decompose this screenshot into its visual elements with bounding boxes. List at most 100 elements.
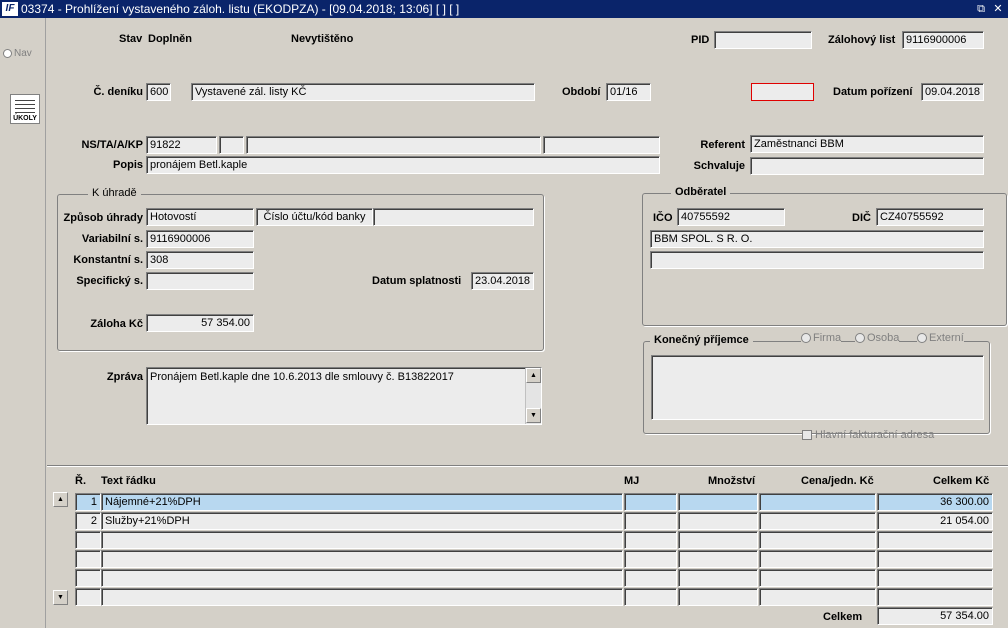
zalohovy-list-field[interactable]: 9116900006	[902, 31, 984, 49]
cell-r[interactable]	[75, 531, 101, 549]
cell-text[interactable]	[101, 588, 623, 606]
obdobi-label: Období	[562, 86, 601, 98]
required-field[interactable]	[751, 83, 814, 101]
cell-celkem[interactable]	[877, 569, 993, 587]
hlavni-adresa-label: Hlavní fakturační adresa	[815, 429, 935, 441]
zaloha-field[interactable]: 57 354.00	[146, 314, 254, 332]
popis-field[interactable]: pronájem Betl.kaple	[146, 156, 660, 174]
radio-firma[interactable]: Firma	[801, 332, 842, 344]
splatnost-field[interactable]: 23.04.2018	[471, 272, 534, 290]
form-area: Stav Doplněn Nevytištěno PID Zálohový li…	[47, 18, 1008, 628]
radio-osoba-label: Osoba	[867, 332, 900, 344]
konecny-prijemce-text[interactable]	[651, 355, 984, 420]
cell-mj[interactable]	[624, 531, 677, 549]
checkbox-icon	[802, 430, 812, 440]
scroll-down-icon[interactable]: ▼	[53, 590, 68, 605]
cell-text[interactable]	[101, 531, 623, 549]
k-uhrade-caption: K úhradě	[88, 187, 141, 199]
cell-mnozstvi[interactable]	[678, 588, 758, 606]
pid-label: PID	[691, 34, 710, 46]
ico-label: IČO	[653, 212, 673, 224]
cell-celkem[interactable]	[877, 531, 993, 549]
cell-mj[interactable]	[624, 588, 677, 606]
cell-text[interactable]: Nájemné+21%DPH	[101, 493, 623, 511]
col-header-mnozstvi: Množství	[708, 475, 756, 487]
cell-r[interactable]: 1	[75, 493, 101, 511]
ns-field-2[interactable]	[219, 136, 244, 154]
cell-text[interactable]	[101, 569, 623, 587]
cell-text[interactable]	[101, 550, 623, 568]
stav-value: Doplněn	[148, 33, 192, 45]
referent-field[interactable]: Zaměstnanci BBM	[750, 135, 984, 153]
cell-mnozstvi[interactable]	[678, 550, 758, 568]
total-field[interactable]: 57 354.00	[877, 607, 993, 625]
cell-r[interactable]	[75, 588, 101, 606]
cell-mnozstvi[interactable]	[678, 569, 758, 587]
cell-cena[interactable]	[759, 569, 876, 587]
cell-mj[interactable]	[624, 493, 677, 511]
zpusob-uhrady-field[interactable]: Hotovostí	[146, 208, 254, 226]
specificky-label: Specifický s.	[76, 275, 143, 287]
obdobi-field[interactable]: 01/16	[606, 83, 651, 101]
radio-osoba[interactable]: Osoba	[855, 332, 900, 344]
zprava-field[interactable]: Pronájem Betl.kaple dne 10.6.2013 dle sm…	[146, 367, 542, 425]
col-header-mj: MJ	[624, 475, 640, 487]
cell-r[interactable]	[75, 550, 101, 568]
cell-mj[interactable]	[624, 512, 677, 530]
splatnost-label: Datum splatnosti	[372, 275, 462, 287]
datum-porizeni-field[interactable]: 09.04.2018	[921, 83, 984, 101]
cell-cena[interactable]	[759, 550, 876, 568]
cell-cena[interactable]	[759, 588, 876, 606]
odberatel-name-field[interactable]: BBM SPOL. S R. O.	[650, 230, 984, 248]
variabilni-field[interactable]: 9116900006	[146, 230, 254, 248]
cell-text[interactable]: Služby+21%DPH	[101, 512, 623, 530]
variabilni-label: Variabilní s.	[81, 233, 143, 245]
referent-label: Referent	[700, 139, 745, 151]
cell-r[interactable]	[75, 569, 101, 587]
ukoly-label: ÚKOLY	[13, 115, 37, 122]
pid-field[interactable]	[714, 31, 812, 49]
restore-icon[interactable]: ⧉	[974, 2, 988, 16]
col-header-text: Text řádku	[101, 475, 156, 487]
col-header-cena: Cena/jedn. Kč	[801, 475, 874, 487]
ns-field-1[interactable]: 91822	[146, 136, 217, 154]
close-icon[interactable]: ✕	[991, 2, 1005, 16]
cell-cena[interactable]	[759, 512, 876, 530]
cell-celkem[interactable]	[877, 588, 993, 606]
zprava-scrollbar[interactable]: ▲ ▼	[525, 368, 541, 424]
cislo-uctu-field[interactable]	[373, 208, 534, 226]
radio-firma-label: Firma	[813, 332, 842, 344]
cell-mj[interactable]	[624, 550, 677, 568]
dic-field[interactable]: CZ40755592	[876, 208, 984, 226]
ico-field[interactable]: 40755592	[677, 208, 785, 226]
cell-mnozstvi[interactable]	[678, 531, 758, 549]
denik-code-field[interactable]: 600	[146, 83, 171, 101]
scroll-down-icon[interactable]: ▼	[526, 408, 541, 423]
grid-scrollbar[interactable]: ▲ ▼	[53, 492, 69, 606]
cell-celkem[interactable]: 21 054.00	[877, 512, 993, 530]
cell-celkem[interactable]: 36 300.00	[877, 493, 993, 511]
col-header-r: Ř.	[75, 475, 86, 487]
radio-externi[interactable]: Externí	[917, 332, 964, 344]
cell-mnozstvi[interactable]	[678, 512, 758, 530]
konstantni-field[interactable]: 308	[146, 251, 254, 269]
scroll-up-icon[interactable]: ▲	[53, 492, 68, 507]
specificky-field[interactable]	[146, 272, 254, 290]
cell-mnozstvi[interactable]	[678, 493, 758, 511]
odberatel-extra-field[interactable]	[650, 251, 984, 269]
radio-externi-label: Externí	[929, 332, 964, 344]
ns-field-4[interactable]	[543, 136, 660, 154]
ukoly-button[interactable]: ÚKOLY	[10, 94, 40, 124]
denik-name-field[interactable]: Vystavené zál. listy KČ	[191, 83, 535, 101]
cell-celkem[interactable]	[877, 550, 993, 568]
scroll-up-icon[interactable]: ▲	[526, 368, 541, 383]
cell-mj[interactable]	[624, 569, 677, 587]
zalohovy-list-label: Zálohový list	[828, 34, 896, 46]
hlavni-adresa-checkbox[interactable]: Hlavní fakturační adresa	[802, 429, 934, 441]
cell-cena[interactable]	[759, 493, 876, 511]
cell-r[interactable]: 2	[75, 512, 101, 530]
cell-cena[interactable]	[759, 531, 876, 549]
schvaluje-field[interactable]	[750, 157, 984, 175]
nav-radio[interactable]: Nav	[3, 48, 32, 59]
ns-field-3[interactable]	[246, 136, 541, 154]
